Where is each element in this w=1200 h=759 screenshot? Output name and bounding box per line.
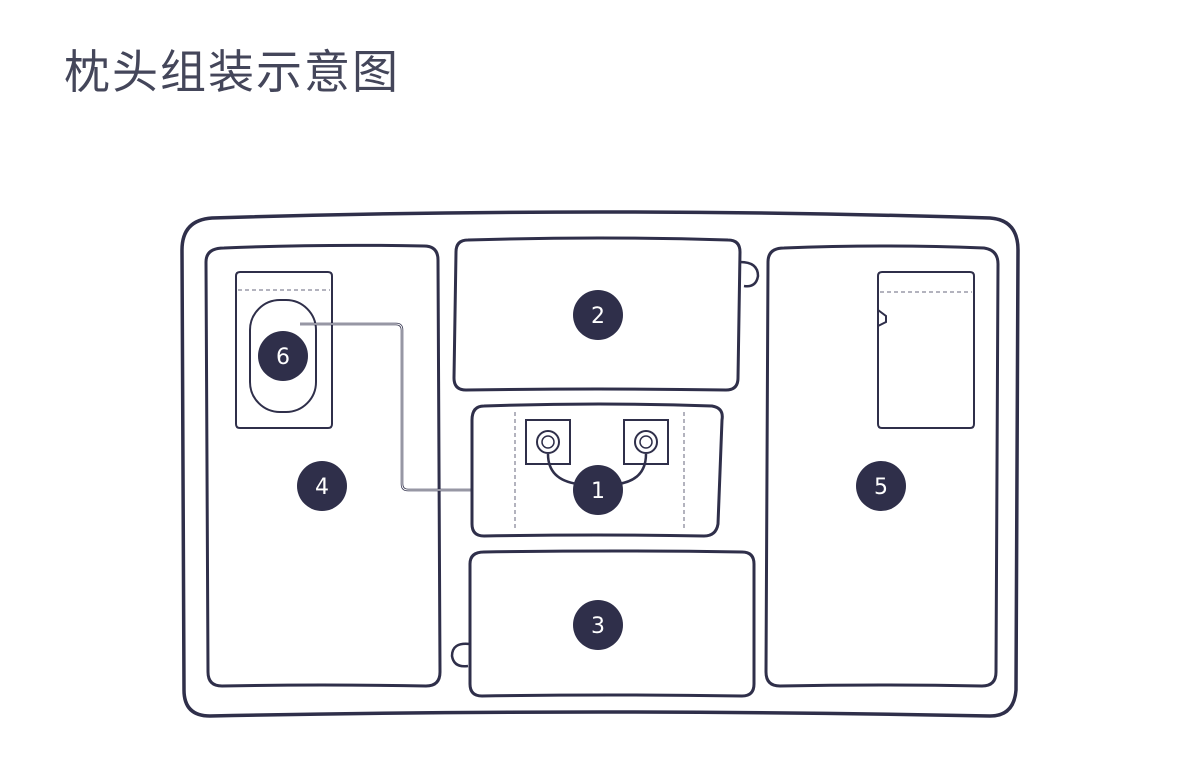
marker-1-label: 1 <box>591 479 605 504</box>
marker-3-label: 3 <box>591 614 605 639</box>
marker-6-label: 6 <box>276 345 290 370</box>
marker-6: 6 <box>258 331 308 381</box>
marker-5: 5 <box>856 461 906 511</box>
marker-3: 3 <box>573 600 623 650</box>
marker-2: 2 <box>573 290 623 340</box>
marker-4-label: 4 <box>315 475 329 500</box>
marker-2-label: 2 <box>591 304 605 329</box>
marker-5-label: 5 <box>874 475 888 500</box>
marker-1: 1 <box>573 465 623 515</box>
card-pocket-5 <box>877 271 975 429</box>
pillow-assembly-diagram: 6 2 1 4 5 3 <box>180 210 1020 718</box>
marker-4: 4 <box>297 461 347 511</box>
